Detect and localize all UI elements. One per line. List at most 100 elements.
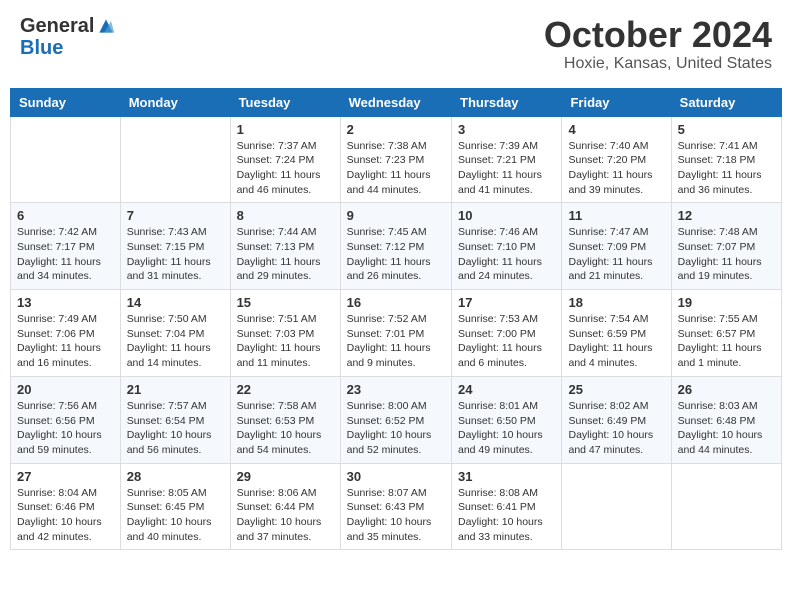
day-info: Sunrise: 7:37 AM Sunset: 7:24 PM Dayligh… [237, 139, 334, 198]
day-number: 19 [678, 295, 775, 310]
day-info: Sunrise: 7:51 AM Sunset: 7:03 PM Dayligh… [237, 312, 334, 371]
calendar-week-row: 6 Sunrise: 7:42 AM Sunset: 7:17 PM Daylig… [11, 203, 782, 290]
day-number: 4 [568, 122, 664, 137]
calendar-cell: 19 Sunrise: 7:55 AM Sunset: 6:57 PM Dayli… [671, 290, 781, 377]
day-number: 23 [347, 382, 445, 397]
calendar-cell: 5Sunrise: 7:41 AM Sunset: 7:18 PM Daylig… [671, 116, 781, 203]
day-info: Sunrise: 7:47 AM Sunset: 7:09 PM Dayligh… [568, 225, 664, 284]
calendar-cell: 30 Sunrise: 8:07 AM Sunset: 6:43 PM Dayli… [340, 463, 451, 550]
day-info: Sunrise: 7:53 AM Sunset: 7:00 PM Dayligh… [458, 312, 555, 371]
calendar-cell: 29 Sunrise: 8:06 AM Sunset: 6:44 PM Dayli… [230, 463, 340, 550]
day-info: Sunrise: 8:03 AM Sunset: 6:48 PM Dayligh… [678, 399, 775, 458]
day-info: Sunrise: 7:49 AM Sunset: 7:06 PM Dayligh… [17, 312, 114, 371]
calendar-header-row: SundayMondayTuesdayWednesdayThursdayFrid… [11, 88, 782, 116]
calendar-cell: 27 Sunrise: 8:04 AM Sunset: 6:46 PM Dayli… [11, 463, 121, 550]
logo: General Blue [20, 15, 116, 59]
calendar-cell: 12 Sunrise: 7:48 AM Sunset: 7:07 PM Dayli… [671, 203, 781, 290]
day-number: 1 [237, 122, 334, 137]
day-info: Sunrise: 8:08 AM Sunset: 6:41 PM Dayligh… [458, 486, 555, 545]
day-number: 26 [678, 382, 775, 397]
day-number: 21 [127, 382, 224, 397]
day-number: 9 [347, 208, 445, 223]
header-sunday: Sunday [11, 88, 121, 116]
day-info: Sunrise: 7:50 AM Sunset: 7:04 PM Dayligh… [127, 312, 224, 371]
day-info: Sunrise: 7:45 AM Sunset: 7:12 PM Dayligh… [347, 225, 445, 284]
day-info: Sunrise: 7:42 AM Sunset: 7:17 PM Dayligh… [17, 225, 114, 284]
day-info: Sunrise: 7:57 AM Sunset: 6:54 PM Dayligh… [127, 399, 224, 458]
day-number: 16 [347, 295, 445, 310]
day-info: Sunrise: 7:52 AM Sunset: 7:01 PM Dayligh… [347, 312, 445, 371]
calendar-cell [11, 116, 121, 203]
day-number: 29 [237, 469, 334, 484]
calendar-cell: 9 Sunrise: 7:45 AM Sunset: 7:12 PM Daylig… [340, 203, 451, 290]
day-info: Sunrise: 8:00 AM Sunset: 6:52 PM Dayligh… [347, 399, 445, 458]
calendar-cell: 20 Sunrise: 7:56 AM Sunset: 6:56 PM Dayli… [11, 376, 121, 463]
calendar-cell: 24Sunrise: 8:01 AM Sunset: 6:50 PM Dayli… [452, 376, 562, 463]
day-info: Sunrise: 7:48 AM Sunset: 7:07 PM Dayligh… [678, 225, 775, 284]
calendar-cell: 3 Sunrise: 7:39 AM Sunset: 7:21 PM Daylig… [452, 116, 562, 203]
day-number: 27 [17, 469, 114, 484]
location: Hoxie, Kansas, United States [544, 55, 772, 73]
calendar-cell: 10Sunrise: 7:46 AM Sunset: 7:10 PM Dayli… [452, 203, 562, 290]
day-info: Sunrise: 8:02 AM Sunset: 6:49 PM Dayligh… [568, 399, 664, 458]
header-tuesday: Tuesday [230, 88, 340, 116]
day-number: 5 [678, 122, 775, 137]
calendar-cell [671, 463, 781, 550]
day-info: Sunrise: 7:58 AM Sunset: 6:53 PM Dayligh… [237, 399, 334, 458]
day-number: 15 [237, 295, 334, 310]
calendar-cell: 23 Sunrise: 8:00 AM Sunset: 6:52 PM Dayli… [340, 376, 451, 463]
day-number: 30 [347, 469, 445, 484]
day-number: 13 [17, 295, 114, 310]
day-number: 12 [678, 208, 775, 223]
calendar-cell: 1 Sunrise: 7:37 AM Sunset: 7:24 PM Daylig… [230, 116, 340, 203]
day-number: 8 [237, 208, 334, 223]
header-monday: Monday [120, 88, 230, 116]
header-saturday: Saturday [671, 88, 781, 116]
day-info: Sunrise: 7:40 AM Sunset: 7:20 PM Dayligh… [568, 139, 664, 198]
day-number: 17 [458, 295, 555, 310]
day-number: 11 [568, 208, 664, 223]
day-number: 18 [568, 295, 664, 310]
calendar-cell: 15 Sunrise: 7:51 AM Sunset: 7:03 PM Dayli… [230, 290, 340, 377]
day-info: Sunrise: 7:56 AM Sunset: 6:56 PM Dayligh… [17, 399, 114, 458]
day-info: Sunrise: 8:07 AM Sunset: 6:43 PM Dayligh… [347, 486, 445, 545]
calendar-cell: 16 Sunrise: 7:52 AM Sunset: 7:01 PM Dayli… [340, 290, 451, 377]
title-area: October 2024 Hoxie, Kansas, United State… [544, 15, 772, 73]
day-number: 7 [127, 208, 224, 223]
day-info: Sunrise: 7:39 AM Sunset: 7:21 PM Dayligh… [458, 139, 555, 198]
day-number: 22 [237, 382, 334, 397]
month-title: October 2024 [544, 15, 772, 55]
day-info: Sunrise: 7:55 AM Sunset: 6:57 PM Dayligh… [678, 312, 775, 371]
calendar-cell: 13 Sunrise: 7:49 AM Sunset: 7:06 PM Dayli… [11, 290, 121, 377]
day-number: 2 [347, 122, 445, 137]
calendar-cell: 21 Sunrise: 7:57 AM Sunset: 6:54 PM Dayli… [120, 376, 230, 463]
calendar-week-row: 13 Sunrise: 7:49 AM Sunset: 7:06 PM Dayli… [11, 290, 782, 377]
calendar-cell: 26 Sunrise: 8:03 AM Sunset: 6:48 PM Dayli… [671, 376, 781, 463]
day-number: 31 [458, 469, 555, 484]
day-info: Sunrise: 7:38 AM Sunset: 7:23 PM Dayligh… [347, 139, 445, 198]
day-number: 10 [458, 208, 555, 223]
calendar-cell: 22 Sunrise: 7:58 AM Sunset: 6:53 PM Dayli… [230, 376, 340, 463]
day-info: Sunrise: 8:04 AM Sunset: 6:46 PM Dayligh… [17, 486, 114, 545]
header-wednesday: Wednesday [340, 88, 451, 116]
calendar-cell: 28Sunrise: 8:05 AM Sunset: 6:45 PM Dayli… [120, 463, 230, 550]
calendar-cell [120, 116, 230, 203]
calendar-cell [562, 463, 671, 550]
calendar-cell: 11 Sunrise: 7:47 AM Sunset: 7:09 PM Dayli… [562, 203, 671, 290]
day-info: Sunrise: 7:54 AM Sunset: 6:59 PM Dayligh… [568, 312, 664, 371]
day-number: 20 [17, 382, 114, 397]
day-info: Sunrise: 8:01 AM Sunset: 6:50 PM Dayligh… [458, 399, 555, 458]
calendar-cell: 6 Sunrise: 7:42 AM Sunset: 7:17 PM Daylig… [11, 203, 121, 290]
calendar-cell: 17 Sunrise: 7:53 AM Sunset: 7:00 PM Dayli… [452, 290, 562, 377]
calendar-cell: 18 Sunrise: 7:54 AM Sunset: 6:59 PM Dayli… [562, 290, 671, 377]
logo-icon [96, 16, 116, 36]
calendar-week-row: 1 Sunrise: 7:37 AM Sunset: 7:24 PM Daylig… [11, 116, 782, 203]
day-number: 3 [458, 122, 555, 137]
day-info: Sunrise: 8:06 AM Sunset: 6:44 PM Dayligh… [237, 486, 334, 545]
header-friday: Friday [562, 88, 671, 116]
calendar-cell: 4 Sunrise: 7:40 AM Sunset: 7:20 PM Daylig… [562, 116, 671, 203]
day-info: Sunrise: 8:05 AM Sunset: 6:45 PM Dayligh… [127, 486, 224, 545]
calendar-week-row: 20 Sunrise: 7:56 AM Sunset: 6:56 PM Dayli… [11, 376, 782, 463]
day-number: 6 [17, 208, 114, 223]
calendar-cell: 14Sunrise: 7:50 AM Sunset: 7:04 PM Dayli… [120, 290, 230, 377]
